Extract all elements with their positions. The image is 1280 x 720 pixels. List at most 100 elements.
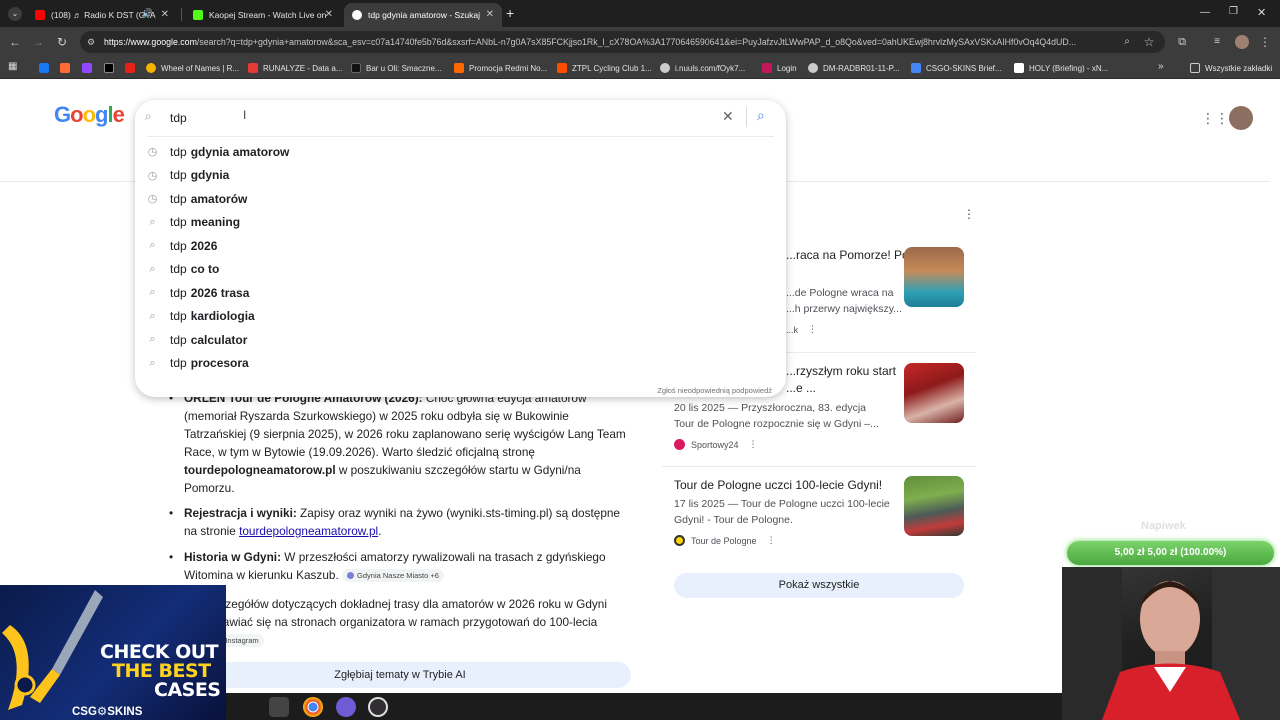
close-window-icon[interactable]: ✕ [1257, 6, 1266, 19]
suggestion-item[interactable]: ⌕ tdp kardiologia [135, 305, 786, 328]
url-host: https://www.google.com [104, 37, 197, 47]
close-tab-icon[interactable]: ✕ [486, 9, 494, 20]
bookmark-2[interactable] [60, 61, 75, 75]
source-chip[interactable]: Gdynia Nasze Miasto +6 [342, 569, 444, 583]
speaker-icon[interactable]: 🔊 [142, 8, 153, 19]
reload-icon[interactable]: ↻ [53, 33, 71, 51]
sportowy24-icon [674, 439, 685, 450]
extensions-icon[interactable]: ⧉ [1173, 33, 1191, 51]
youtube-icon [35, 10, 45, 20]
search-icon: ⌕ [145, 109, 152, 123]
bookmark-holy[interactable]: HOLY (Briefing) - xN... [1014, 61, 1108, 75]
more-options-icon[interactable]: ⋮ [808, 324, 817, 335]
report-suggestion-link[interactable]: Zgłoś nieodpowiednią podpowiedź [657, 386, 772, 395]
more-bookmarks-icon[interactable]: » [1158, 61, 1164, 72]
bookmark-twitch[interactable] [82, 61, 97, 75]
account-avatar[interactable] [1229, 106, 1253, 130]
tab-kick-stream[interactable]: Kaopej Stream - Watch Live on ✕ [185, 3, 341, 27]
tab-search-menu-icon[interactable]: ⌄ [8, 7, 22, 21]
suggestion-item[interactable]: ◷ tdp gdynia [135, 164, 786, 187]
terminal-icon[interactable] [269, 697, 289, 717]
news-card-3[interactable]: Tour de Pologne uczci 100-lecie Gdyni! 1… [662, 476, 976, 556]
bookmark-label: Promocja Redmi No... [469, 63, 548, 73]
tab-google-search[interactable]: tdp gdynia amatorow - Szukaj ✕ [344, 3, 502, 27]
search-icon: ⌕ [149, 356, 156, 369]
close-tab-icon[interactable]: ✕ [325, 9, 333, 20]
ai-bullet-1-site: tourdepologneamatorow.pl [184, 463, 336, 477]
news-thumbnail [904, 363, 964, 423]
forward-icon[interactable]: → [29, 33, 47, 51]
more-options-icon[interactable]: ⋮ [767, 535, 776, 546]
obs-icon[interactable] [368, 697, 388, 717]
more-options-icon[interactable]: ⋮ [749, 439, 758, 450]
bookmark-login[interactable]: Login [762, 61, 797, 75]
search-icon: ⌕ [149, 262, 156, 275]
youtube-icon [125, 63, 135, 73]
show-all-button[interactable]: Pokaż wszystkie [674, 573, 964, 598]
docs-icon [911, 63, 921, 73]
search-input[interactable] [170, 108, 690, 128]
bookmark-csgo-skins[interactable]: CSGO-SKINS Brief... [911, 61, 1002, 75]
suggestion-item[interactable]: ⌕ tdp co to [135, 258, 786, 281]
suggestion-item[interactable]: ⌕ tdp 2026 trasa [135, 281, 786, 304]
suggestion-item[interactable]: ⌕ tdp procesora [135, 352, 786, 375]
suggestion-prefix: tdp [170, 356, 187, 370]
profile-avatar[interactable] [1235, 35, 1249, 49]
news-source: ...k ⋮ [786, 324, 817, 335]
close-tab-icon[interactable]: ✕ [161, 9, 169, 20]
bookmark-bar-u-oli[interactable]: Bar u Oli: Smaczne... [351, 61, 442, 75]
search-submit-icon[interactable]: ⌕ [757, 107, 765, 124]
news-more-icon[interactable]: ⋮ [963, 207, 975, 221]
chat-app-icon[interactable] [336, 697, 356, 717]
csgo-skins-ad[interactable]: CHECK OUT THE BEST CASES CSG⚙SKINS [0, 585, 226, 720]
bookmark-ztpl[interactable]: ZTPL Cycling Club 1... [557, 61, 652, 75]
bookmark-label: Bar u Oli: Smaczne... [366, 63, 442, 73]
suggestion-item[interactable]: ⌕ tdp meaning [135, 211, 786, 234]
ai-mode-button[interactable]: Zgłębiaj tematy w Trybie AI [169, 662, 631, 688]
taskbar [226, 693, 1062, 720]
text-cursor-icon: I [243, 108, 247, 122]
chrome-icon[interactable] [303, 697, 323, 717]
suggestion-item[interactable]: ◷ tdp gdynia amatorow [135, 140, 786, 163]
bookmark-nuuls[interactable]: i.nuuls.com/fOyk7... [660, 61, 745, 75]
bookmark-redmi[interactable]: Promocja Redmi No... [454, 61, 547, 75]
minimize-icon[interactable]: — [1200, 7, 1210, 18]
bookmark-star-icon[interactable]: ☆ [1140, 33, 1158, 51]
suggestion-item[interactable]: ◷ tdp amatorów [135, 187, 786, 210]
address-bar[interactable]: ⚙ https://www.google.com/search?q=tdp+gd… [80, 31, 1165, 53]
google-apps-icon[interactable]: ⋮⋮ [1201, 110, 1229, 127]
restore-icon[interactable]: ❐ [1229, 6, 1238, 17]
media-controls-icon[interactable]: ≡ [1208, 33, 1226, 51]
bookmark-x[interactable] [104, 61, 119, 75]
suggestion-item[interactable]: ⌕ tdp calculator [135, 328, 786, 351]
clear-search-icon[interactable]: ✕ [722, 108, 734, 125]
news-source: Sportowy24 ⋮ [674, 439, 758, 450]
tourdepologne-link[interactable]: tourdepologneamatorow.pl [239, 524, 378, 538]
bookmark-dm-radbr[interactable]: DM-RADBR01-11-P... [808, 61, 900, 75]
bookmark-facebook[interactable] [39, 61, 54, 75]
google-logo[interactable]: Google [54, 102, 125, 128]
site-info-icon[interactable]: ⚙ [87, 31, 95, 53]
zoom-icon[interactable]: ⌕ [1118, 33, 1136, 51]
suggestion-prefix: tdp [170, 215, 187, 229]
google-icon [352, 10, 362, 20]
tiktok-icon [351, 63, 361, 73]
suggestion-prefix: tdp [170, 238, 187, 253]
twitch-icon [82, 63, 92, 73]
bookmark-wheel-of-names[interactable]: Wheel of Names | R... [146, 61, 239, 75]
tab-radio[interactable]: (108) ♬ Radio K DST (GTA 🔊 ✕ [27, 3, 177, 27]
bookmark-youtube[interactable] [125, 61, 140, 75]
suggestion-item[interactable]: ⌕ tdp 2026 [135, 234, 786, 257]
news-desc: 20 lis 2025 — Przyszłoroczna, 83. edycja… [674, 402, 879, 430]
menu-dots-icon[interactable]: ⋮ [1256, 33, 1274, 51]
back-icon[interactable]: ← [6, 33, 24, 51]
apps-grid-icon[interactable]: ▦ [8, 61, 17, 72]
all-bookmarks-folder[interactable]: Wszystkie zakładki [1190, 61, 1272, 75]
xiaomi-icon [454, 63, 464, 73]
suggestion-prefix: tdp [170, 332, 187, 347]
new-tab-button[interactable]: + [506, 5, 514, 21]
ai-bullet-2: • Rejestracja i wyniki: Zapisy oraz wyni… [169, 506, 620, 538]
ai-bullet-2-tail: . [378, 524, 382, 538]
bookmark-runalyze[interactable]: RUNALYZE - Data a... [248, 61, 342, 75]
instagram-chip-label: Instagram [225, 636, 259, 646]
